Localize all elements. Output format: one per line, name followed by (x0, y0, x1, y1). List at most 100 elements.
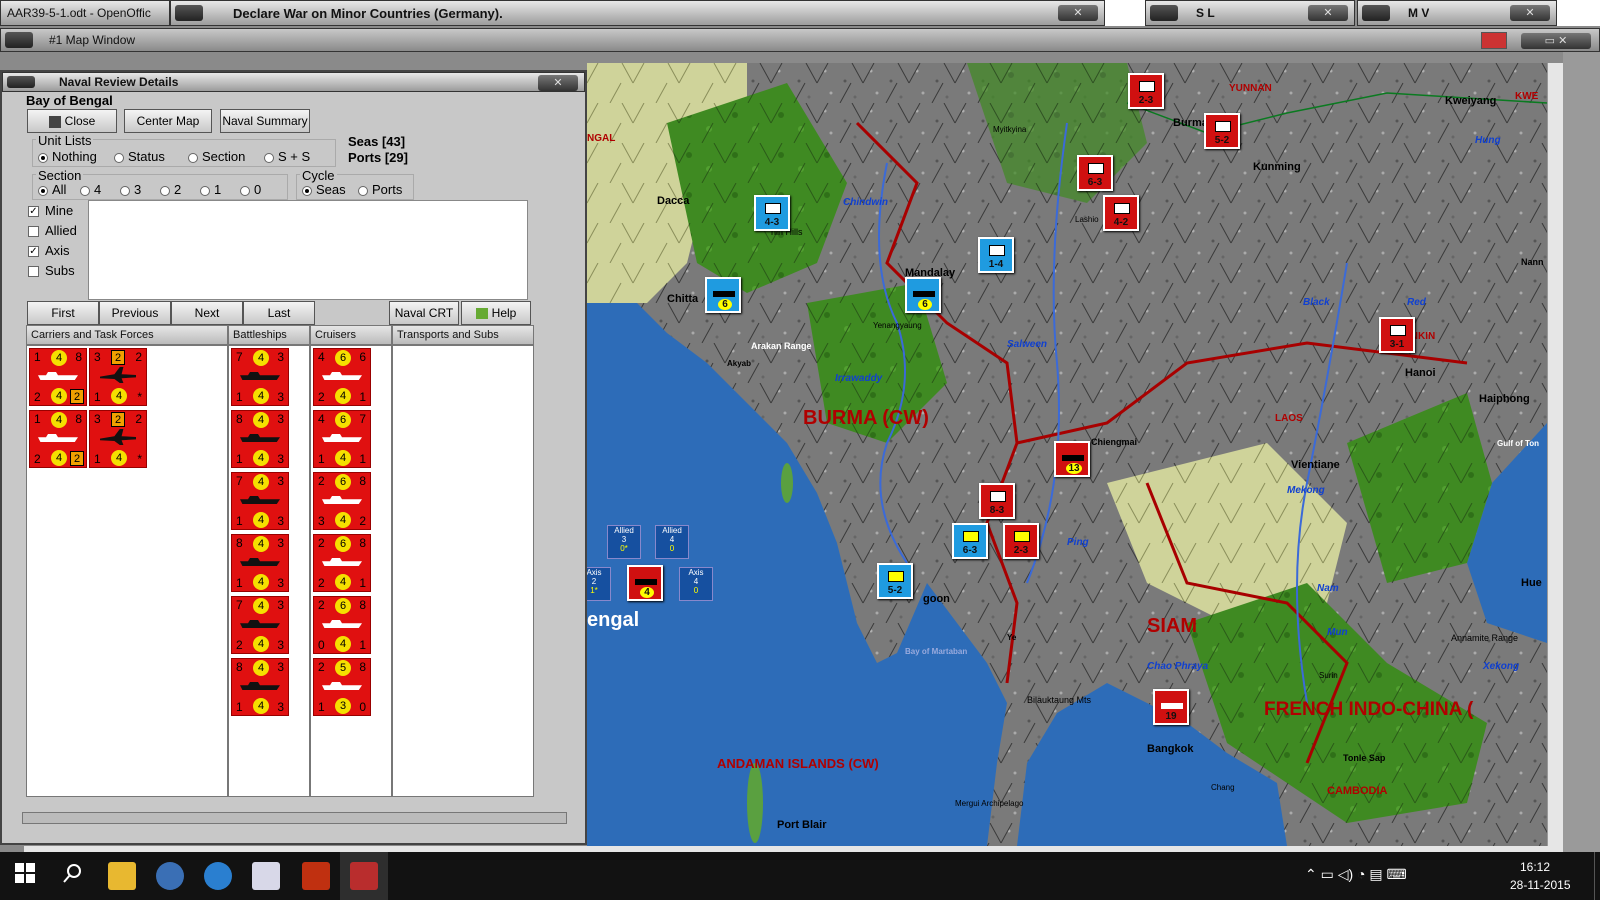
close-icon[interactable]: ✕ (538, 75, 578, 91)
carrier-air-counter[interactable]: 3 2 2 1 4 * (89, 348, 147, 406)
declare-war-titlebar[interactable]: Declare War on Minor Countries (Germany)… (170, 0, 1105, 26)
cruiser-counter[interactable]: 4 6 6 2 4 1 (313, 348, 371, 406)
city-ye[interactable]: Ye (1007, 633, 1016, 642)
unit-list-option-section[interactable]: Section (188, 149, 245, 164)
transports-column[interactable] (392, 345, 534, 797)
game-launcher-icon[interactable] (302, 862, 330, 890)
battleship-counter[interactable]: 8 4 3 1 4 3 (231, 534, 289, 592)
help-button[interactable]: Help (461, 301, 531, 325)
city-chang[interactable]: Chang (1211, 783, 1235, 792)
city-haiphong[interactable]: Haiphong (1479, 393, 1530, 405)
city-myitkyina[interactable]: Myitkyina (993, 125, 1026, 134)
unit-counter[interactable]: 6-3 (952, 523, 988, 559)
unit-list-option-ss[interactable]: S + S (264, 149, 310, 164)
city-surin[interactable]: Surin (1319, 671, 1338, 680)
unit-counter[interactable]: 6 (705, 277, 741, 313)
carrier-air-counter[interactable]: 3 2 2 1 4 * (89, 410, 147, 468)
city-hue[interactable]: Hue (1521, 577, 1542, 589)
close-icon[interactable]: ✕ (1308, 5, 1348, 21)
cycle-option-seas[interactable]: Seas (302, 182, 346, 197)
section-option-0[interactable]: 0 (240, 182, 261, 197)
naval-review-titlebar[interactable]: Naval Review Details ✕ (2, 72, 585, 92)
battleship-counter[interactable]: 8 4 3 1 4 3 (231, 658, 289, 716)
unit-counter[interactable]: 5-2 (1204, 113, 1240, 149)
cruiser-counter[interactable]: 2 6 8 2 4 1 (313, 534, 371, 592)
battleship-counter[interactable]: 8 4 3 1 4 3 (231, 410, 289, 468)
window-menu-icon[interactable] (1150, 5, 1178, 21)
city-dacca[interactable]: Dacca (657, 195, 689, 207)
close-icon[interactable]: ✕ (1510, 5, 1550, 21)
city-kweiyang[interactable]: Kweiyang (1445, 95, 1496, 107)
clock-time[interactable]: 16:12 (1520, 860, 1550, 874)
sl-window-titlebar[interactable]: S L ✕ (1145, 0, 1355, 26)
first-button[interactable]: First (27, 301, 99, 325)
unit-counter[interactable]: 2-3 (1003, 523, 1039, 559)
window-menu-icon[interactable] (7, 76, 35, 88)
search-icon[interactable] (62, 862, 90, 890)
unit-counter[interactable]: 4-2 (1103, 195, 1139, 231)
unit-counter[interactable]: 4-3 (754, 195, 790, 231)
section-option-3[interactable]: 3 (120, 182, 141, 197)
city-chitta[interactable]: Chitta (667, 293, 698, 305)
unit-list-option-status[interactable]: Status (114, 149, 165, 164)
filter-subs[interactable]: Subs (28, 263, 75, 278)
last-button[interactable]: Last (243, 301, 315, 325)
city-hanoi[interactable]: Hanoi (1405, 367, 1436, 379)
filter-axis[interactable]: ✓ Axis (28, 243, 70, 258)
section-option-1[interactable]: 1 (200, 182, 221, 197)
sea-stack-allied-1[interactable]: Allied 3 0* (607, 525, 641, 559)
unit-status-list[interactable] (88, 200, 528, 300)
filter-allied[interactable]: Allied (28, 223, 77, 238)
sea-stack-axis-2[interactable]: Axis 4 0 (679, 567, 713, 601)
unit-counter[interactable]: 6 (905, 277, 941, 313)
battleship-counter[interactable]: 7 4 3 2 4 3 (231, 596, 289, 654)
unit-counter[interactable]: 8-3 (979, 483, 1015, 519)
carriers-column[interactable]: 1 4 8 2 4 2 3 2 2 1 4 * 1 4 8 2 4 2 3 2 … (26, 345, 228, 797)
city-vientiane[interactable]: Vientiane (1291, 459, 1340, 471)
section-option-4[interactable]: 4 (80, 182, 101, 197)
cruisers-column[interactable]: 4 6 6 2 4 1 4 6 7 1 4 1 2 6 8 3 4 2 2 6 … (310, 345, 392, 797)
map-view[interactable]: BURMA (CW) SIAM FRENCH INDO-CHINA ( ANDA… (587, 63, 1547, 846)
file-explorer-icon[interactable] (108, 862, 136, 890)
city-kunming[interactable]: Kunming (1253, 161, 1301, 173)
naval-crt-button[interactable]: Naval CRT (389, 301, 459, 325)
close-icon[interactable]: ✕ (1058, 5, 1098, 21)
unit-counter[interactable]: 5-2 (877, 563, 913, 599)
cruiser-counter[interactable]: 2 6 8 3 4 2 (313, 472, 371, 530)
city-nann[interactable]: Nann (1521, 257, 1544, 267)
city-chiengmai[interactable]: Chiengmai (1091, 437, 1137, 447)
battleship-counter[interactable]: 7 4 3 1 4 3 (231, 472, 289, 530)
sea-stack-axis-1[interactable]: Axis 2 1* (587, 567, 611, 601)
center-map-button[interactable]: Center Map (124, 109, 212, 133)
cycle-option-ports[interactable]: Ports (358, 182, 402, 197)
tray-icons[interactable]: ⌃ ▭ ◁) ◔ ▤ ⌨ (1305, 866, 1407, 883)
unit-counter[interactable]: 4 (627, 565, 663, 601)
city-akyab[interactable]: Akyab (727, 359, 751, 368)
previous-button[interactable]: Previous (99, 301, 171, 325)
window-menu-icon[interactable] (175, 5, 203, 21)
unit-counter[interactable]: 19 (1153, 689, 1189, 725)
window-menu-icon[interactable] (1362, 5, 1390, 21)
unit-counter[interactable]: 6-3 (1077, 155, 1113, 191)
next-button[interactable]: Next (171, 301, 243, 325)
unit-counter[interactable]: 3-1 (1379, 317, 1415, 353)
map-vertical-scrollbar[interactable] (1547, 63, 1563, 846)
section-option-all[interactable]: All (38, 182, 66, 197)
cruiser-counter[interactable]: 4 6 7 1 4 1 (313, 410, 371, 468)
naval-summary-button[interactable]: Naval Summary (220, 109, 310, 133)
carrier-counter[interactable]: 1 4 8 2 4 2 (29, 348, 87, 406)
unit-counter[interactable]: 2-3 (1128, 73, 1164, 109)
writer-icon[interactable] (252, 862, 280, 890)
window-menu-icon[interactable] (5, 32, 33, 48)
unit-list-option-nothing[interactable]: Nothing (38, 149, 97, 164)
battleships-column[interactable]: 7 4 3 1 4 3 8 4 3 1 4 3 7 4 3 1 4 3 8 4 … (228, 345, 310, 797)
mail-icon[interactable] (204, 862, 232, 890)
naval-window-scrollbar[interactable] (22, 812, 567, 824)
window-controls[interactable]: ▭ ✕ (1521, 33, 1591, 49)
carrier-counter[interactable]: 1 4 8 2 4 2 (29, 410, 87, 468)
sea-stack-allied-2[interactable]: Allied 4 0 (655, 525, 689, 559)
city-port-blair[interactable]: Port Blair (777, 819, 827, 831)
mv-window-titlebar[interactable]: M V ✕ (1357, 0, 1557, 26)
cruiser-counter[interactable]: 2 5 8 1 3 0 (313, 658, 371, 716)
map-window-titlebar[interactable]: #1 Map Window ▭ ✕ (0, 28, 1600, 52)
